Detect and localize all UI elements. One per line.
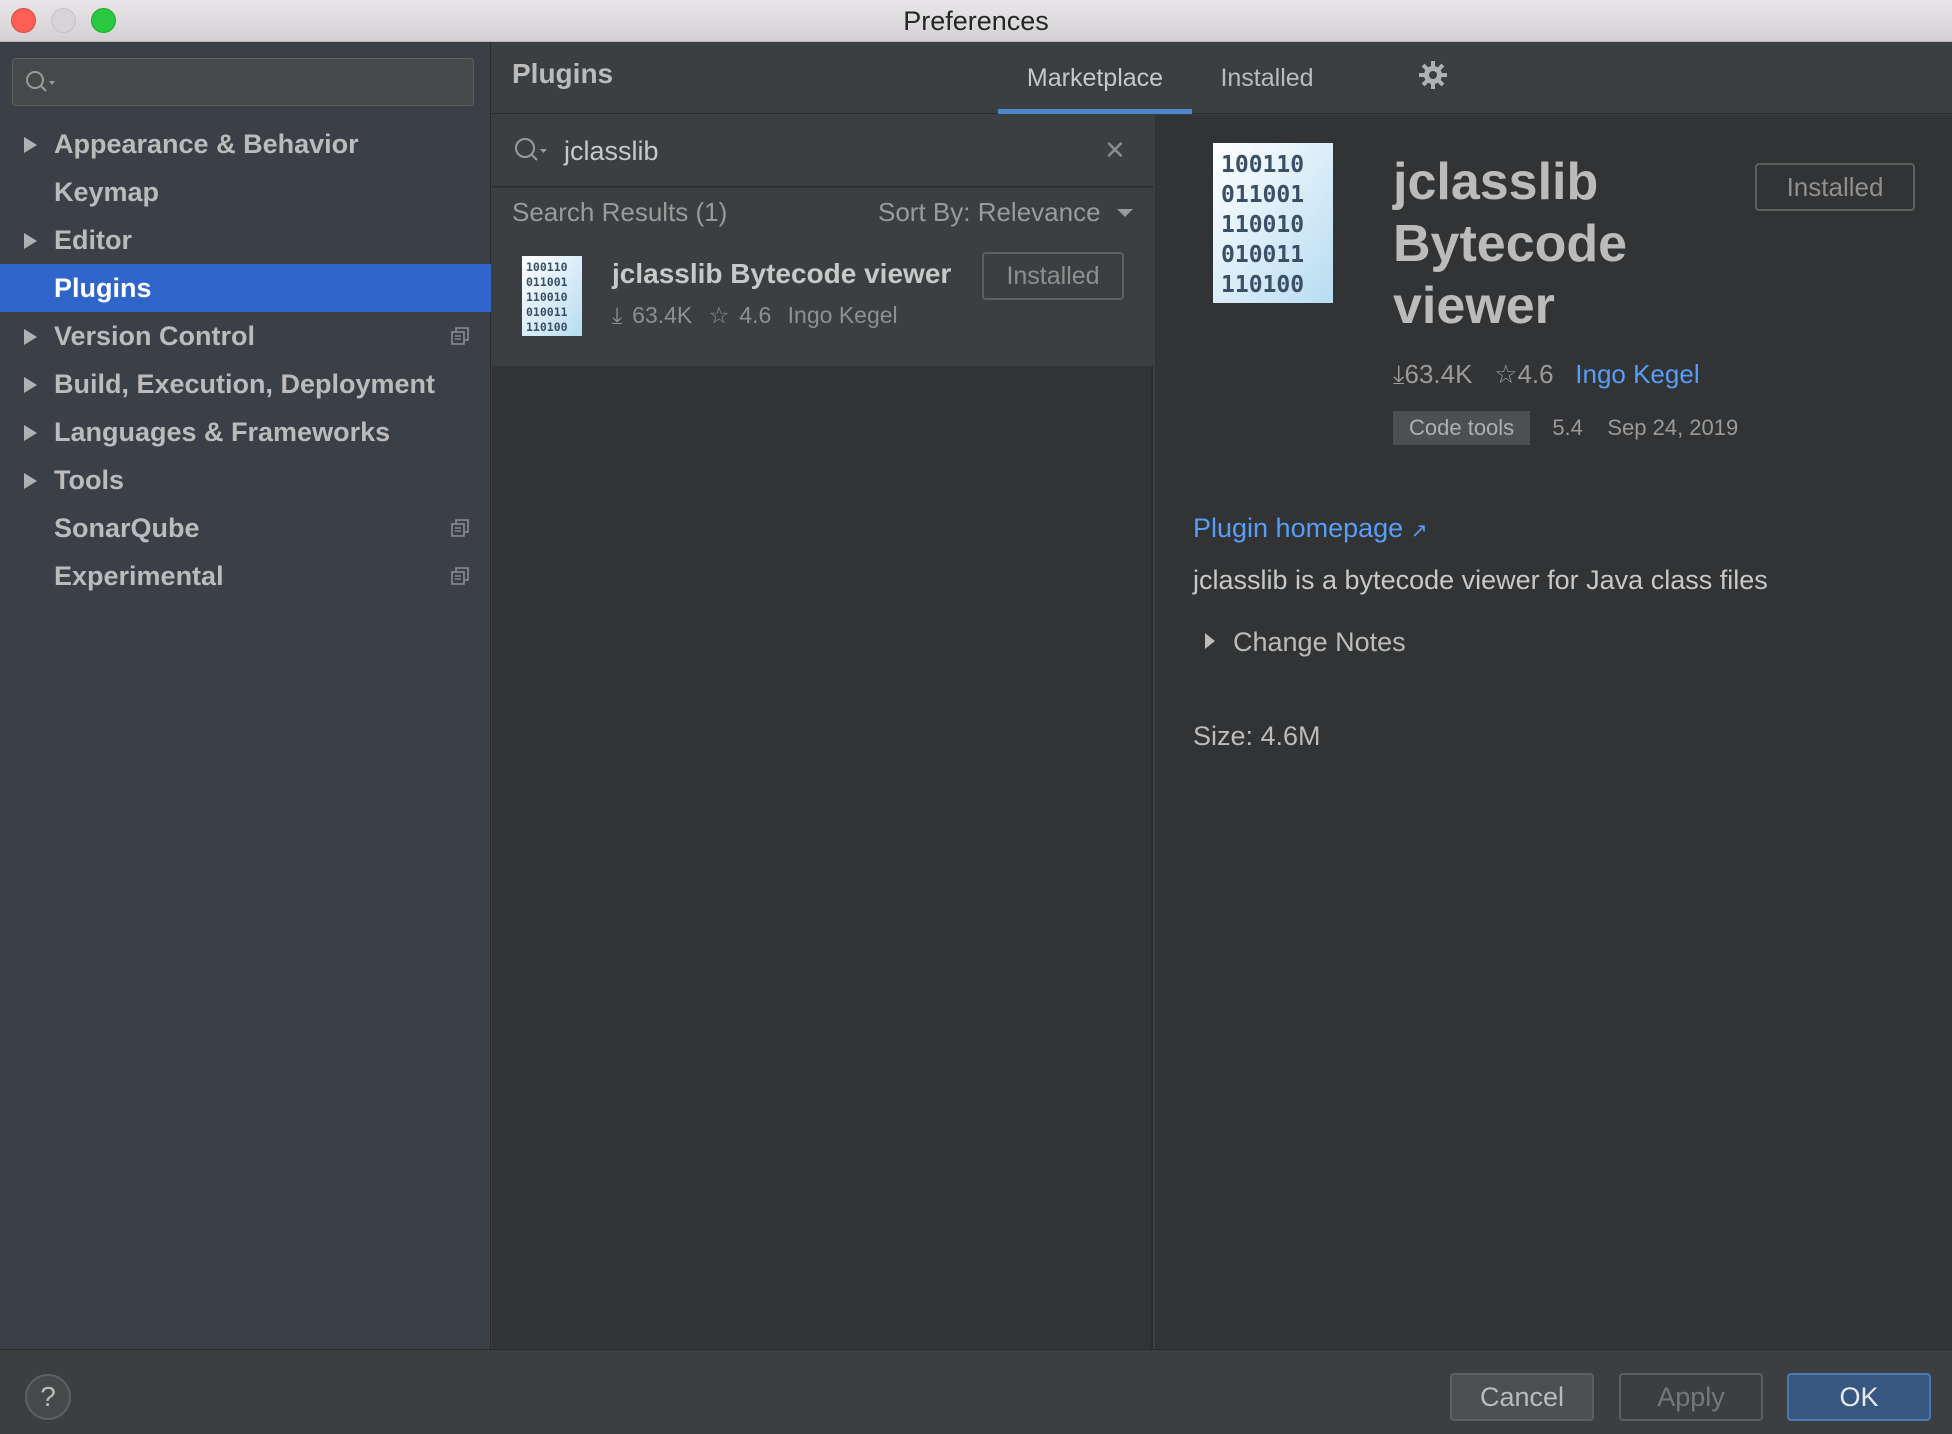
expand-arrow-icon[interactable] <box>24 425 37 441</box>
expand-arrow-icon[interactable] <box>24 473 37 489</box>
sidebar-item-version-control[interactable]: Version Control <box>0 312 491 360</box>
sidebar-item-keymap[interactable]: Keymap <box>0 168 491 216</box>
plugin-description: jclasslib is a bytecode viewer for Java … <box>1193 565 1768 595</box>
logo-bits-row: 110010 <box>526 290 568 304</box>
sidebar-search-input[interactable] <box>12 58 474 106</box>
sidebar-item-languages[interactable]: Languages & Frameworks <box>0 408 491 456</box>
plugins-header: Plugins Marketplace Installed <box>492 42 1952 114</box>
logo-bits-row: 110010 <box>1221 212 1304 238</box>
rating: 4.6 <box>739 302 772 328</box>
expand-arrow-icon[interactable] <box>24 329 37 345</box>
plugin-version: 5.4 <box>1552 415 1583 440</box>
plugin-meta: ⤓ 63.4K ☆ 4.6 Ingo Kegel <box>612 302 908 329</box>
settings-sidebar: Appearance & Behavior Keymap Editor Plug… <box>0 42 491 1349</box>
sidebar-item-label: SonarQube <box>54 513 200 543</box>
plugin-search-input[interactable]: jclasslib ✕ <box>492 115 1153 187</box>
plugin-stats: ⤓63.4K ☆4.6 Ingo Kegel <box>1393 359 1700 391</box>
project-settings-icon <box>451 327 469 345</box>
category-tag[interactable]: Code tools <box>1393 411 1531 445</box>
expand-arrow-icon[interactable] <box>24 137 37 153</box>
logo-bits-row: 100110 <box>526 260 568 274</box>
sidebar-item-label: Version Control <box>54 321 256 351</box>
download-icon: ⤓ <box>612 302 623 328</box>
sidebar-item-label: Appearance & Behavior <box>54 129 359 159</box>
plugin-size: Size: 4.6M <box>1193 721 1321 751</box>
download-icon: ⤓ <box>1393 359 1405 389</box>
expand-arrow-icon[interactable] <box>24 233 37 249</box>
sidebar-item-appearance[interactable]: Appearance & Behavior <box>0 120 491 168</box>
sidebar-item-plugins[interactable]: Plugins <box>0 264 491 312</box>
sidebar-item-label: Build, Execution, Deployment <box>54 369 436 399</box>
logo-bits-row: 010011 <box>1221 242 1304 268</box>
preferences-window: Preferences Appearance & Behavior Keymap… <box>0 0 1952 1434</box>
ok-button[interactable]: OK <box>1787 1373 1931 1421</box>
star-icon: ☆ <box>708 302 730 328</box>
plugin-title: jclasslib Bytecode viewer <box>1393 153 1628 335</box>
release-date: Sep 24, 2019 <box>1607 415 1739 440</box>
logo-bits-row: 100110 <box>1221 152 1304 178</box>
plugin-author: Ingo Kegel <box>787 302 898 328</box>
cancel-button[interactable]: Cancel <box>1450 1373 1594 1421</box>
sort-dropdown[interactable]: Sort By: Relevance <box>878 197 1101 228</box>
logo-bits-row: 010011 <box>526 305 568 319</box>
homepage-label: Plugin homepage <box>1193 513 1404 543</box>
star-icon: ☆ <box>1494 359 1518 389</box>
sidebar-item-label: Tools <box>54 465 124 495</box>
plugin-homepage-link[interactable]: Plugin homepage ↗ <box>1193 513 1427 544</box>
title-bar: Preferences <box>0 0 1952 42</box>
apply-button[interactable]: Apply <box>1619 1373 1763 1421</box>
tab-installed[interactable]: Installed <box>1192 42 1342 114</box>
expand-arrow-icon[interactable] <box>24 377 37 393</box>
clear-search-icon[interactable]: ✕ <box>1104 135 1126 166</box>
results-header: Search Results (1) Sort By: Relevance <box>492 188 1153 236</box>
chevron-down-icon[interactable] <box>1117 209 1133 217</box>
logo-bits-row: 011001 <box>526 275 568 289</box>
plugin-logo-icon: 100110 011001 110010 010011 110100 <box>1213 143 1333 303</box>
plugin-search-value[interactable]: jclasslib <box>564 115 659 187</box>
page-title: Plugins <box>512 58 614 89</box>
sidebar-item-label: Editor <box>54 225 132 255</box>
dialog-footer: ? Cancel Apply OK <box>0 1349 1952 1434</box>
logo-bits-row: 110100 <box>526 320 568 334</box>
change-notes-label: Change Notes <box>1233 627 1406 657</box>
tab-marketplace[interactable]: Marketplace <box>998 42 1192 114</box>
external-link-icon: ↗ <box>1410 520 1428 542</box>
window-title: Preferences <box>903 6 1049 36</box>
sidebar-item-experimental[interactable]: Experimental <box>0 552 491 600</box>
download-count: 63.4K <box>1404 359 1473 389</box>
project-settings-icon <box>451 567 469 585</box>
gear-icon[interactable] <box>1418 60 1448 90</box>
settings-nav: Appearance & Behavior Keymap Editor Plug… <box>0 120 491 600</box>
sidebar-item-tools[interactable]: Tools <box>0 456 491 504</box>
results-count: Search Results (1) <box>512 197 728 227</box>
plugin-tags: Code tools 5.4 Sep 24, 2019 <box>1393 411 1738 445</box>
expand-arrow-icon <box>1205 633 1215 649</box>
sidebar-item-label: Languages & Frameworks <box>54 417 391 447</box>
plugin-logo-icon: 100110 011001 110010 010011 110100 <box>522 256 582 336</box>
plugin-name: jclasslib Bytecode viewer <box>612 258 952 289</box>
sidebar-item-label: Plugins <box>54 273 152 303</box>
sidebar-item-label: Keymap <box>54 177 160 207</box>
plugin-results-list: jclasslib ✕ Search Results (1) Sort By: … <box>492 115 1153 1349</box>
sidebar-item-editor[interactable]: Editor <box>0 216 491 264</box>
rating: 4.6 <box>1517 359 1554 389</box>
download-count: 63.4K <box>632 302 693 328</box>
sidebar-item-label: Experimental <box>54 561 224 591</box>
sidebar-item-sonarqube[interactable]: SonarQube <box>0 504 491 552</box>
project-settings-icon <box>451 519 469 537</box>
installed-button[interactable]: Installed <box>1755 163 1915 211</box>
plugin-details: 100110 011001 110010 010011 110100 jclas… <box>1155 115 1952 1349</box>
logo-bits-row: 110100 <box>1221 272 1304 298</box>
help-button[interactable]: ? <box>25 1374 71 1420</box>
logo-bits-row: 011001 <box>1221 182 1304 208</box>
installed-button[interactable]: Installed <box>982 252 1124 300</box>
author-link[interactable]: Ingo Kegel <box>1575 359 1699 389</box>
search-icon <box>515 138 547 161</box>
sidebar-item-build[interactable]: Build, Execution, Deployment <box>0 360 491 408</box>
change-notes-toggle[interactable]: Change Notes <box>1205 627 1406 658</box>
plugins-panel: Plugins Marketplace Installed jclasslib … <box>492 42 1952 1349</box>
search-icon <box>26 71 55 92</box>
list-item[interactable]: 100110 011001 110010 010011 110100 jclas… <box>492 236 1153 366</box>
